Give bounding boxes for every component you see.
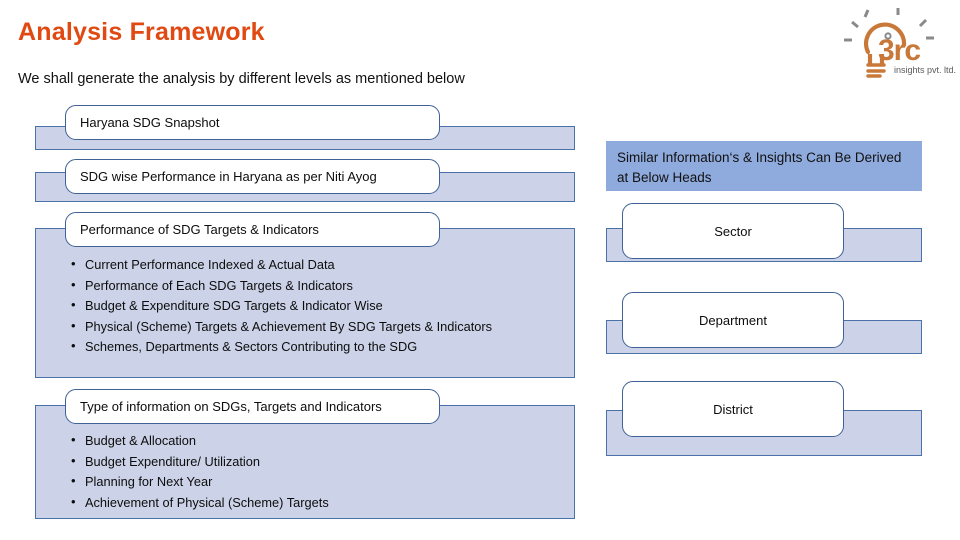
callout-label: Department bbox=[699, 312, 767, 328]
callout-label: District bbox=[713, 401, 753, 417]
callout-label: Performance of SDG Targets & Indicators bbox=[80, 222, 319, 237]
list-item: Planning for Next Year bbox=[71, 471, 501, 492]
svg-text:insights pvt. ltd.: insights pvt. ltd. bbox=[894, 65, 956, 75]
callout-label: SDG wise Performance in Haryana as per N… bbox=[80, 169, 377, 184]
lightbulb-icon: 3rc insights pvt. ltd. bbox=[844, 8, 956, 78]
callout-label: Haryana SDG Snapshot bbox=[80, 115, 220, 130]
list-item: Performance of Each SDG Targets & Indica… bbox=[71, 275, 501, 296]
list-item: Current Performance Indexed & Actual Dat… bbox=[71, 254, 501, 275]
bullet-list-type-of-information: Budget & AllocationBudget Expenditure/ U… bbox=[71, 430, 501, 513]
callout-sdg-wise-performance[interactable]: SDG wise Performance in Haryana as per N… bbox=[65, 159, 440, 194]
callout-performance-of-sdg-targets[interactable]: Performance of SDG Targets & Indicators bbox=[65, 212, 440, 247]
callout-sector[interactable]: Sector bbox=[622, 203, 844, 259]
right-column-header: Similar Information‘s & Insights Can Be … bbox=[606, 141, 922, 191]
slide-canvas: Analysis Framework We shall generate the… bbox=[0, 0, 960, 540]
callout-haryana-sdg-snapshot[interactable]: Haryana SDG Snapshot bbox=[65, 105, 440, 140]
callout-department[interactable]: Department bbox=[622, 292, 844, 348]
list-item: Schemes, Departments & Sectors Contribut… bbox=[71, 336, 501, 357]
list-item: Achievement of Physical (Scheme) Targets bbox=[71, 492, 501, 513]
list-item: Budget & Expenditure SDG Targets & Indic… bbox=[71, 295, 501, 316]
callout-type-of-information[interactable]: Type of information on SDGs, Targets and… bbox=[65, 389, 440, 424]
callout-label: Type of information on SDGs, Targets and… bbox=[80, 399, 382, 414]
list-item: Budget & Allocation bbox=[71, 430, 501, 451]
callout-district[interactable]: District bbox=[622, 381, 844, 437]
svg-text:3rc: 3rc bbox=[878, 34, 920, 67]
page-subtitle: We shall generate the analysis by differ… bbox=[18, 71, 465, 87]
list-item: Physical (Scheme) Targets & Achievement … bbox=[71, 316, 501, 337]
page-title: Analysis Framework bbox=[18, 18, 265, 46]
i3rc-logo: 3rc insights pvt. ltd. bbox=[838, 4, 956, 80]
bullet-list-performance-of-sdg-targets: Current Performance Indexed & Actual Dat… bbox=[71, 254, 501, 358]
callout-label: Sector bbox=[714, 223, 752, 239]
list-item: Budget Expenditure/ Utilization bbox=[71, 451, 501, 472]
